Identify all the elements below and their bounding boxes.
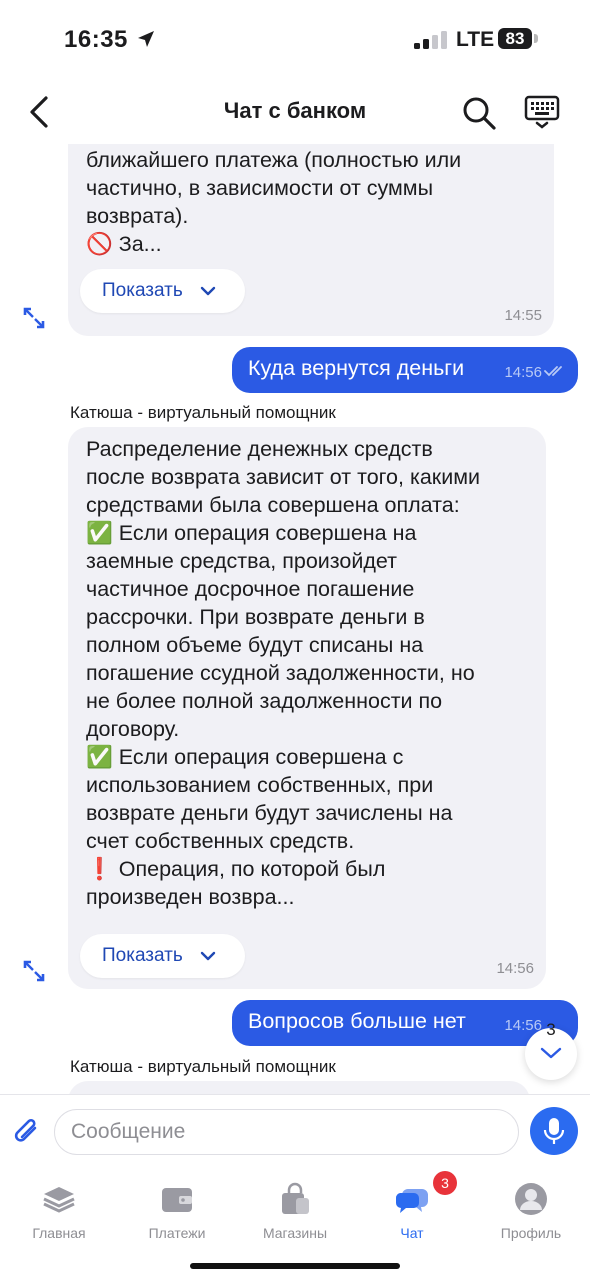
chevron-down-icon <box>200 951 216 961</box>
message-text: ближайшего платежа (полностью или частич… <box>86 148 462 256</box>
network-type: LTE <box>456 28 495 51</box>
show-more-label: Показать <box>102 945 183 966</box>
battery-icon: 83 <box>498 28 532 49</box>
notification-badge: 3 <box>433 1171 457 1195</box>
message-text: Вопросов больше нет <box>248 1009 466 1033</box>
chat-bubbles-icon <box>395 1189 428 1213</box>
show-more-label: Показать <box>102 280 183 301</box>
shopping-bag-icon <box>282 1182 309 1214</box>
keyboard-icon[interactable] <box>524 94 560 130</box>
microphone-button[interactable] <box>530 1107 578 1155</box>
scroll-down-button[interactable]: 3 <box>525 1020 577 1080</box>
expand-icon[interactable] <box>22 306 46 330</box>
outgoing-message: Куда вернутся деньги 14:56 <box>232 347 578 393</box>
incoming-message: ближайшего платежа (полностью или частич… <box>68 144 554 336</box>
status-bar: 16:35 LTE 83 <box>0 0 590 80</box>
paperclip-icon[interactable] <box>12 1115 42 1149</box>
tab-chat[interactable]: 3 Чат <box>357 1171 467 1247</box>
tab-payments[interactable]: Платежи <box>122 1177 232 1247</box>
tab-profile[interactable]: Профиль <box>476 1177 586 1247</box>
chevron-down-icon <box>200 286 216 296</box>
battery-tip <box>534 34 538 43</box>
page-title: Чат с банком <box>223 98 367 123</box>
tab-label: Чат <box>400 1225 424 1241</box>
tab-shops[interactable]: Магазины <box>240 1177 350 1247</box>
location-arrow-icon <box>138 31 154 47</box>
read-checkmarks-icon <box>544 366 562 377</box>
bottom-tab-bar: Главная Платежи Магазины 3 Чат Профиль <box>0 1166 590 1281</box>
message-input[interactable] <box>54 1109 519 1155</box>
status-time: 16:35 <box>64 26 128 53</box>
chat-messages[interactable]: ближайшего платежа (полностью или частич… <box>0 144 590 1094</box>
tab-label: Платежи <box>148 1225 206 1241</box>
wallet-icon <box>162 1188 192 1212</box>
tab-label: Главная <box>32 1225 86 1241</box>
chat-header: Чат с банком <box>0 80 590 144</box>
message-time: 14:56 <box>496 960 534 977</box>
message-composer <box>0 1094 590 1167</box>
incoming-message <box>68 1081 530 1094</box>
layers-icon <box>43 1187 75 1213</box>
sender-name: Катюша - виртуальный помощник <box>70 1057 336 1076</box>
message-text: Куда вернутся деньги <box>248 356 465 380</box>
show-more-button[interactable]: Показать <box>80 934 245 978</box>
unread-count: 3 <box>546 1020 556 1039</box>
show-more-button[interactable]: Показать <box>80 269 245 313</box>
message-text: Распределение денежных средств после воз… <box>86 437 480 909</box>
message-time: 14:55 <box>504 307 542 324</box>
search-icon[interactable] <box>460 94 498 132</box>
sender-name: Катюша - виртуальный помощник <box>70 403 336 422</box>
home-indicator <box>190 1263 400 1269</box>
tab-label: Профиль <box>500 1225 562 1241</box>
chevron-down-icon <box>540 1047 562 1059</box>
incoming-message: Распределение денежных средств после воз… <box>68 427 546 989</box>
signal-icon <box>414 31 447 49</box>
profile-icon <box>515 1183 547 1215</box>
message-time: 14:56 <box>504 364 542 381</box>
expand-icon[interactable] <box>22 959 46 983</box>
microphone-icon <box>543 1118 565 1144</box>
tab-home[interactable]: Главная <box>4 1177 114 1247</box>
tab-label: Магазины <box>262 1225 328 1241</box>
